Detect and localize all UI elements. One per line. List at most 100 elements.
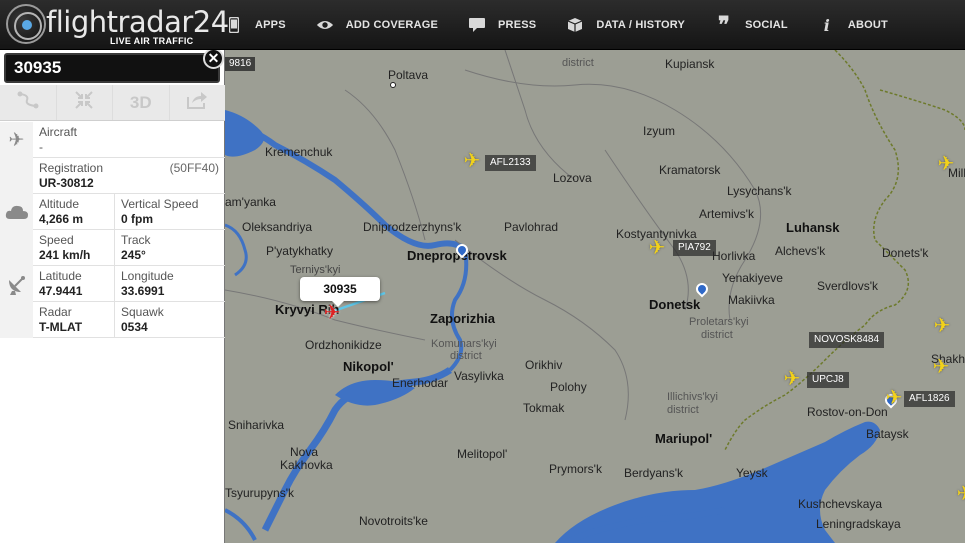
aircraft-upcj8[interactable]: ✈ <box>781 368 803 390</box>
share-icon <box>186 91 208 114</box>
aircraft-afl1826[interactable]: ✈ <box>883 387 905 409</box>
city-samyanka: am'yanka <box>225 195 276 209</box>
view-3d-button[interactable]: 3D <box>113 85 170 120</box>
aircraft-value: - <box>39 140 43 154</box>
city-nikopol: Nikopol' <box>343 359 394 374</box>
nav-apps-label: APPS <box>255 19 286 31</box>
aircraft-label: Aircraft <box>39 125 78 139</box>
city-donetsk: Donetsk <box>649 297 701 312</box>
altitude-label: Altitude <box>39 197 80 211</box>
aircraft-edge-4[interactable]: ✈ <box>954 483 965 505</box>
city-kremenchuk: Kremenchuk <box>265 145 333 159</box>
city-marker <box>390 82 396 88</box>
city-ternivskyi: Terniys'kyi <box>290 264 341 276</box>
flight-toolbar: 3D <box>0 85 225 121</box>
flight-callsign: 30935 <box>14 58 62 77</box>
city-leningradskaya: Leningradskaya <box>816 517 901 531</box>
district-proletarskyi: Proletars'kyi <box>689 316 749 328</box>
city-lysychansk: Lysychans'k <box>727 184 792 198</box>
aircraft-label-novosk[interactable]: NOVOSK8484 <box>809 332 885 348</box>
nav-social[interactable]: ❞ SOCIAL <box>715 12 788 38</box>
squawk-value: 0534 <box>121 320 148 334</box>
city-prymorsk: Prymors'k <box>549 462 602 476</box>
district-label: district <box>562 57 594 69</box>
nav-about[interactable]: i ABOUT <box>818 15 888 35</box>
aircraft-label-afl1826[interactable]: AFL1826 <box>904 391 955 407</box>
nav-apps[interactable]: APPS <box>225 16 286 34</box>
nav-add-coverage-label: ADD COVERAGE <box>345 19 439 31</box>
mode-s-code: (50FF40) <box>169 161 219 175</box>
longitude-label: Longitude <box>121 269 174 283</box>
radar-value: T-MLAT <box>39 320 83 334</box>
aircraft-edge-1[interactable]: ✈ <box>935 153 957 175</box>
radar-row: Radar T-MLAT Squawk 0534 <box>0 302 225 338</box>
city-poltava: Poltava <box>388 68 429 82</box>
aircraft-afl2133[interactable]: ✈ <box>461 150 483 172</box>
speed-value: 241 km/h <box>39 248 91 262</box>
route-button[interactable] <box>0 85 57 120</box>
eye-icon <box>316 16 334 34</box>
selected-aircraft[interactable]: ✈ <box>321 302 343 324</box>
nav-data-history[interactable]: DATA / HISTORY <box>566 16 685 34</box>
city-donets-ru: Donets'k <box>882 246 929 260</box>
aircraft-label-pia792[interactable]: PIA792 <box>673 240 716 256</box>
flight-header: 30935 <box>4 53 220 83</box>
cloud-icon <box>0 194 33 230</box>
info-icon: i <box>823 15 830 35</box>
city-sverdlovsk: Sverdlovs'k <box>817 279 878 293</box>
city-kushchevskaya: Kushchevskaya <box>798 497 883 511</box>
city-zaporizhia: Zaporizhia <box>430 311 496 326</box>
city-vasylivka: Vasylivka <box>454 369 504 383</box>
nav-press-label: PRESS <box>498 19 537 31</box>
district-proletarskyi-2: district <box>701 329 733 341</box>
flightradar24-logo[interactable]: flightradar24 LIVE AIR TRAFFIC <box>6 4 229 46</box>
airplane-icon: ✈ <box>0 122 33 158</box>
city-bataysk: Bataysk <box>866 427 909 441</box>
nav-social-label: SOCIAL <box>745 19 788 31</box>
share-button[interactable] <box>170 85 226 120</box>
speed-row: Speed 241 km/h Track 245° <box>0 230 225 266</box>
aircraft-edge-3[interactable]: ✈ <box>930 356 952 378</box>
track-value: 245° <box>121 248 146 262</box>
partial-flight-label[interactable]: 9816 <box>225 57 256 71</box>
aircraft-pia792[interactable]: ✈ <box>646 237 668 259</box>
nav-press[interactable]: PRESS <box>468 16 536 34</box>
city-yeysk: Yeysk <box>736 466 768 480</box>
close-panel-button[interactable]: ✕ <box>203 48 224 69</box>
city-sniharivka: Sniharivka <box>228 418 285 432</box>
aircraft-label-upcj8[interactable]: UPCJ8 <box>807 372 849 388</box>
city-makiivka: Makiivka <box>728 293 775 307</box>
aircraft-edge-2[interactable]: ✈ <box>931 315 953 337</box>
city-orikhiv: Orikhiv <box>525 358 563 372</box>
speech-bubble-icon <box>468 16 486 34</box>
registration-row: Registration UR-30812 (50FF40) <box>0 158 225 194</box>
brand-tagline: LIVE AIR TRAFFIC <box>110 36 194 46</box>
city-novotroitske: Novotroits'ke <box>359 514 428 528</box>
city-pyatykhatky: P'yatykhatky <box>266 244 333 258</box>
position-row: Latitude 47.9441 Longitude 33.6991 <box>0 266 225 302</box>
city-polohy: Polohy <box>550 380 587 394</box>
nav-about-label: ABOUT <box>847 19 888 31</box>
city-horlivka: Horlivka <box>712 249 756 263</box>
nav-data-history-label: DATA / HISTORY <box>596 19 686 31</box>
city-yenakiyeve: Yenakiyeve <box>722 271 783 285</box>
city-kakhovka: Kakhovka <box>280 458 333 472</box>
selected-flight-callout[interactable]: 30935 <box>300 277 380 307</box>
squawk-label: Squawk <box>121 305 164 319</box>
track-label: Track <box>121 233 151 247</box>
aircraft-label-afl2133[interactable]: AFL2133 <box>485 155 536 171</box>
aircraft-row: ✈ Aircraft - <box>0 122 225 158</box>
city-alchevsk: Alchevs'k <box>775 244 826 258</box>
radar-logo-icon <box>6 4 46 44</box>
city-tokmak: Tokmak <box>523 401 565 415</box>
flight-map[interactable]: 9816 Poltava district Kupiansk Kremenchu… <box>225 50 965 543</box>
center-on-aircraft-button[interactable] <box>57 85 113 120</box>
city-dniprodzerzhynsk: Dniprodzerzhyns'k <box>363 220 462 234</box>
box-icon <box>566 16 584 34</box>
main-nav: APPS ADD COVERAGE PRESS DATA / HISTORY ❞… <box>225 0 918 50</box>
city-mariupol: Mariupol' <box>655 431 713 446</box>
city-ordzhonikidze: Ordzhonikidze <box>305 338 382 352</box>
nav-add-coverage[interactable]: ADD COVERAGE <box>316 16 438 34</box>
city-nova: Nova <box>290 445 319 459</box>
city-berdyansk: Berdyans'k <box>624 466 683 480</box>
